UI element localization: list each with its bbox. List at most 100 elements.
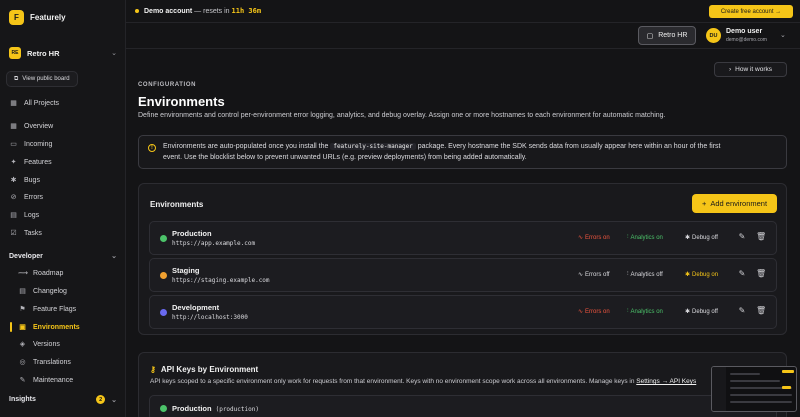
alert-icon: ⊘ (10, 194, 17, 201)
debug-toggle[interactable]: ✱ Debug on (685, 271, 718, 279)
status-dot (160, 309, 167, 316)
errors-toggle[interactable]: ∿ Errors on (578, 234, 610, 242)
thumbnail-line (730, 380, 780, 382)
create-free-account-button[interactable]: Create free account → (709, 5, 793, 18)
wrench-icon: ✎ (19, 377, 26, 384)
how-it-works-button[interactable]: › How it works (714, 62, 787, 77)
sidebar-item-incoming[interactable]: ▭ Incoming (9, 140, 52, 149)
grid-icon: ▦ (10, 123, 17, 130)
analytics-toggle[interactable]: ⫶ Analytics off (627, 271, 663, 278)
project-switcher[interactable]: RE Retro HR ⌄ (9, 47, 117, 59)
environment-name: Staging (172, 266, 200, 275)
project-logo: RE (9, 47, 21, 59)
info-callout: ! Environments are auto-populated once y… (138, 135, 787, 169)
reset-timer: 11h 36m (231, 7, 262, 15)
key-icon: ⚷ (150, 365, 156, 374)
edit-icon[interactable]: ✎ (737, 306, 747, 316)
environment-row-production[interactable]: Production https://app.example.com ∿ Erro… (149, 221, 777, 255)
activity-icon: ∿ (578, 235, 584, 241)
analytics-toggle[interactable]: ⫶ Analytics on (627, 234, 663, 241)
info-line-1: Environments are auto-populated once you… (163, 143, 721, 150)
chevron-down-icon: ⌄ (111, 253, 117, 260)
sidebar-item-all-projects[interactable]: ▦ All Projects (9, 99, 59, 108)
thumbnail-sidebar (712, 367, 726, 411)
errors-toggle[interactable]: ∿ Errors off (578, 271, 610, 279)
sidebar-item-features[interactable]: ✦ Features (9, 158, 52, 167)
sidebar-section-developer[interactable]: Developer ⌄ (9, 252, 117, 261)
activity-icon: ∿ (578, 309, 584, 315)
trash-icon[interactable]: 🗑 (756, 269, 766, 279)
brand[interactable]: F Featurely (9, 10, 66, 25)
sidebar-item-overview[interactable]: ▦ Overview (9, 122, 53, 131)
screen-preview-thumbnail[interactable] (711, 366, 797, 412)
insights-count-badge: 2 (96, 395, 106, 404)
api-keys-description: API keys scoped to a specific environmen… (150, 378, 697, 385)
analytics-toggle[interactable]: ⫶ Analytics on (627, 308, 663, 315)
bar-chart-icon: ⫶ (627, 234, 629, 240)
page-title: Environments (138, 94, 225, 109)
sidebar-item-tasks[interactable]: ☑ Tasks (9, 229, 42, 238)
box-icon: ▢ (646, 32, 654, 40)
thumbnail-accent (782, 386, 791, 389)
project-name: Retro HR (27, 48, 60, 58)
sidebar: F Featurely RE Retro HR ⌄ ⧉ View public … (0, 0, 126, 417)
bug-icon: ✱ (685, 272, 691, 278)
trash-icon[interactable]: 🗑 (756, 306, 766, 316)
sparkle-icon: ✦ (10, 159, 17, 166)
api-key-env-name: Production (production) (172, 404, 259, 413)
bug-icon: ✱ (685, 235, 691, 241)
external-link-icon: ⧉ (14, 75, 19, 82)
view-public-board-button[interactable]: ⧉ View public board (6, 71, 78, 87)
chevron-right-icon: › (728, 66, 732, 73)
edit-icon[interactable]: ✎ (737, 269, 747, 279)
info-icon: ! (148, 144, 156, 152)
bar-chart-icon: ⫶ (627, 308, 629, 314)
user-email: demo@demo.com (726, 37, 767, 43)
grid-icon: ▦ (10, 100, 17, 107)
bar-chart-icon: ⫶ (627, 271, 629, 277)
flag-icon: ⚑ (19, 306, 26, 313)
debug-toggle[interactable]: ✱ Debug off (685, 308, 718, 316)
thumbnail-line (730, 373, 760, 375)
environments-card: Environments + Add environment Productio… (138, 183, 787, 335)
header-divider (126, 48, 800, 49)
plus-icon: + (701, 199, 707, 208)
brand-logo: F (9, 10, 24, 25)
demo-indicator-dot (135, 9, 139, 13)
project-pill-button[interactable]: ▢ Retro HR (638, 26, 696, 45)
bug-icon: ✱ (685, 309, 691, 315)
environments-card-title: Environments (150, 200, 204, 209)
avatar[interactable]: DU (706, 28, 721, 43)
sidebar-item-errors[interactable]: ⊘ Errors (9, 193, 44, 202)
trash-icon[interactable]: 🗑 (756, 232, 766, 242)
file-icon: ▤ (10, 212, 17, 219)
globe-icon: ◎ (19, 359, 26, 366)
chevron-down-icon: ⌄ (111, 396, 117, 404)
sidebar-item-versions[interactable]: ◈ Versions (18, 340, 60, 349)
sidebar-item-environments[interactable]: ▣ Environments (18, 323, 80, 332)
edit-icon[interactable]: ✎ (737, 232, 747, 242)
sidebar-item-roadmap[interactable]: ⟿ Roadmap (18, 269, 63, 278)
sidebar-item-feature-flags[interactable]: ⚑ Feature Flags (18, 305, 76, 314)
chevron-down-icon[interactable]: ⌄ (780, 31, 786, 39)
add-environment-button[interactable]: + Add environment (692, 194, 777, 213)
environment-row-development[interactable]: Development http://localhost:3000 ∿ Error… (149, 295, 777, 329)
sidebar-item-maintenance[interactable]: ✎ Maintenance (18, 376, 74, 385)
chevron-down-icon: ⌄ (111, 50, 117, 57)
user-name[interactable]: Demo user (726, 28, 762, 35)
sidebar-item-changelog[interactable]: ▤ Changelog (18, 287, 67, 296)
sidebar-section-insights[interactable]: Insights 2 ⌄ (9, 395, 117, 404)
environment-row-staging[interactable]: Staging https://staging.example.com ∿ Err… (149, 258, 777, 292)
package-name-code: featurely-site-manager (330, 143, 416, 150)
debug-toggle[interactable]: ✱ Debug off (685, 234, 718, 242)
sidebar-item-bugs[interactable]: ✱ Bugs (9, 176, 40, 185)
top-bar: Demo account — resets in 11h 36m Create … (126, 0, 800, 23)
settings-api-keys-link[interactable]: Settings → API Keys (636, 378, 696, 385)
page-eyebrow: CONFIGURATION (138, 82, 197, 88)
sidebar-item-translations[interactable]: ◎ Translations (18, 358, 70, 367)
api-key-row-production[interactable]: Production (production) (149, 395, 777, 417)
errors-toggle[interactable]: ∿ Errors on (578, 308, 610, 316)
sidebar-item-logs[interactable]: ▤ Logs (9, 211, 39, 220)
api-keys-title: ⚷ API Keys by Environment (150, 365, 259, 374)
map-icon: ⟿ (18, 270, 29, 277)
